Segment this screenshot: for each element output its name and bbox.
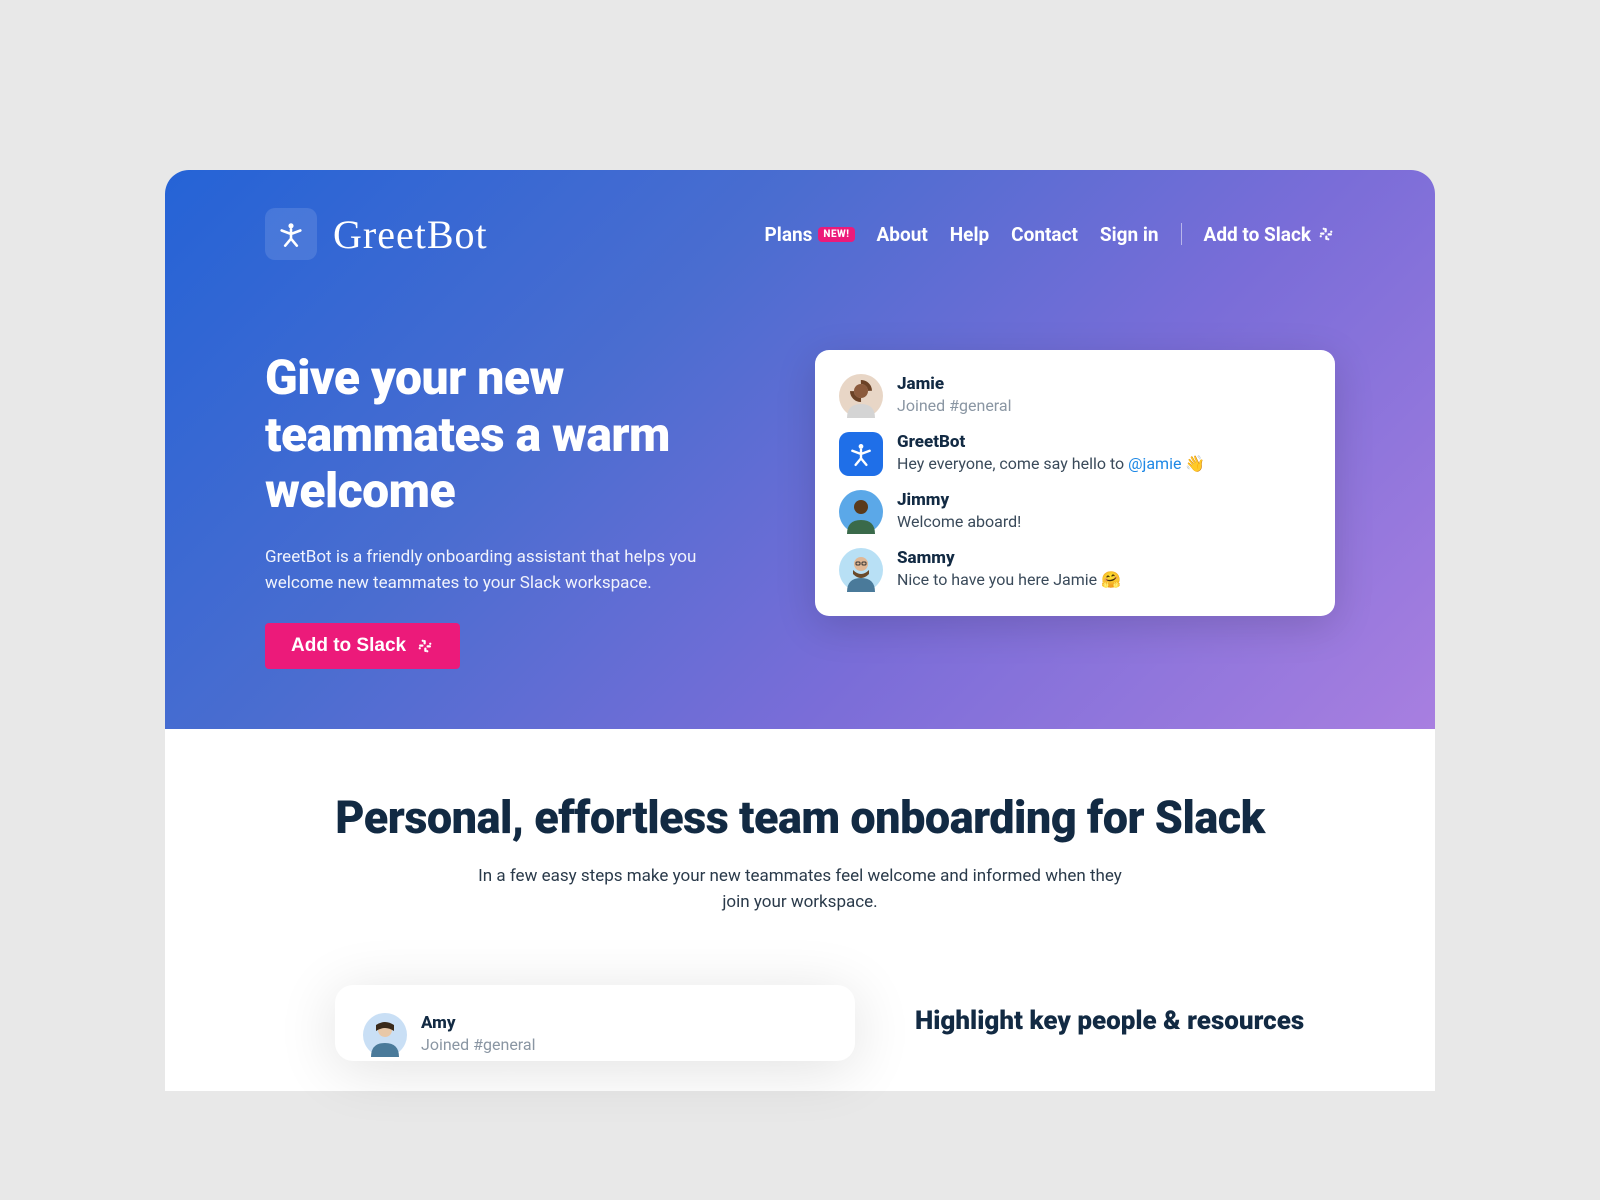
- new-badge: NEW!: [818, 227, 854, 242]
- message-text: Nice to have you here Jamie 🤗: [897, 570, 1305, 589]
- top-nav: GreetBot Plans NEW! About Help Contact S…: [265, 208, 1335, 260]
- feature-chat-card: Amy Joined #general: [335, 985, 855, 1061]
- message-text: Joined #general: [897, 396, 1305, 415]
- message-name: Jimmy: [897, 490, 1305, 510]
- cta-label: Add to Slack: [291, 635, 406, 657]
- nav-plans[interactable]: Plans NEW!: [765, 223, 855, 246]
- message-text: Joined #general: [421, 1035, 821, 1054]
- mention[interactable]: @jamie: [1128, 454, 1181, 473]
- section-subtitle: In a few easy steps make your new teamma…: [470, 864, 1130, 915]
- avatar: [839, 490, 883, 534]
- chat-message: GreetBot Hey everyone, come say hello to…: [839, 432, 1305, 476]
- avatar: [839, 548, 883, 592]
- hero-section: GreetBot Plans NEW! About Help Contact S…: [165, 170, 1435, 729]
- nav-contact[interactable]: Contact: [1011, 223, 1078, 246]
- slack-icon: [1317, 225, 1335, 243]
- hero-chat-card: Jamie Joined #general GreetBot: [815, 350, 1335, 616]
- message-name: Sammy: [897, 548, 1305, 568]
- message-name: Amy: [421, 1013, 821, 1033]
- message-name: Jamie: [897, 374, 1305, 394]
- slack-icon: [416, 637, 434, 655]
- brand[interactable]: GreetBot: [265, 208, 488, 260]
- features-section: Personal, effortless team onboarding for…: [165, 729, 1435, 1092]
- avatar: [839, 432, 883, 476]
- nav-links: Plans NEW! About Help Contact Sign in Ad…: [765, 223, 1335, 246]
- nav-about[interactable]: About: [877, 223, 928, 246]
- chat-message: Jamie Joined #general: [839, 374, 1305, 418]
- nav-signin[interactable]: Sign in: [1100, 223, 1159, 246]
- message-text: Hey everyone, come say hello to @jamie 👋: [897, 454, 1305, 473]
- feature-heading: Highlight key people & resources: [915, 1005, 1335, 1038]
- hero-subtitle: GreetBot is a friendly onboarding assist…: [265, 544, 725, 597]
- avatar: [839, 374, 883, 418]
- message-text: Welcome aboard!: [897, 512, 1305, 531]
- nav-help[interactable]: Help: [950, 223, 989, 246]
- add-to-slack-button[interactable]: Add to Slack: [265, 623, 460, 669]
- nav-plans-label: Plans: [765, 223, 813, 246]
- avatar: [363, 1013, 407, 1057]
- hero-title: Give your new teammates a warm welcome: [265, 350, 755, 520]
- chat-message: Sammy Nice to have you here Jamie 🤗: [839, 548, 1305, 592]
- chat-message: Jimmy Welcome aboard!: [839, 490, 1305, 534]
- nav-separator: [1181, 223, 1182, 245]
- nav-add-to-slack[interactable]: Add to Slack: [1204, 223, 1335, 246]
- nav-add-to-slack-label: Add to Slack: [1204, 223, 1311, 246]
- logo-icon: [265, 208, 317, 260]
- brand-name: GreetBot: [333, 211, 488, 258]
- chat-message: Amy Joined #general: [363, 1013, 821, 1057]
- section-title: Personal, effortless team onboarding for…: [265, 789, 1335, 847]
- message-name: GreetBot: [897, 432, 1305, 452]
